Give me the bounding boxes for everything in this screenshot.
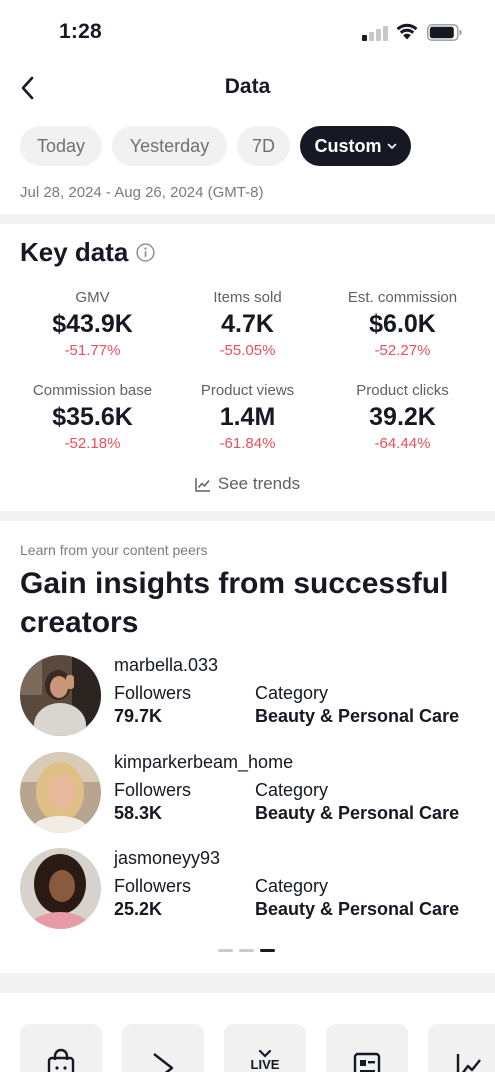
- metric-value: $43.9K: [52, 310, 133, 338]
- creator-name: marbella.033: [114, 655, 219, 675]
- profile-card-icon: [353, 1052, 381, 1072]
- chip-7d[interactable]: 7D: [237, 126, 290, 166]
- avatar: [20, 752, 101, 833]
- tool-video[interactable]: [122, 1024, 204, 1072]
- pager-dot[interactable]: [239, 949, 254, 952]
- tool-profile[interactable]: [326, 1024, 408, 1072]
- trend-chart-icon: [195, 477, 210, 492]
- carousel-pager: [218, 949, 275, 952]
- section-divider: [0, 511, 495, 521]
- metric-value: 1.4M: [219, 403, 276, 431]
- followers-label: Followers: [114, 683, 192, 703]
- trend-chart-icon: [456, 1054, 481, 1072]
- status-bar: 1:28: [0, 0, 495, 62]
- metric-items-sold: Items sold 4.7K -55.05%: [165, 288, 330, 361]
- creator-card[interactable]: jasmoneyy93 Followers 25.2K Category Bea…: [20, 848, 480, 930]
- peers-title: Gain insights from successful creators: [20, 567, 449, 639]
- metric-change: -52.18%: [64, 435, 121, 452]
- key-data-heading: Key data: [20, 237, 155, 268]
- date-range-text: Jul 28, 2024 - Aug 26, 2024 (GMT-8): [20, 184, 264, 201]
- metric-value: $35.6K: [52, 403, 133, 431]
- avatar: [20, 848, 101, 929]
- category-value: Beauty & Personal Care: [255, 899, 460, 919]
- category-label: Category: [255, 780, 329, 800]
- metric-est-commission: Est. commission $6.0K -52.27%: [320, 288, 485, 361]
- tool-tiles: LIVE: [20, 1024, 495, 1072]
- metric-value: $6.0K: [369, 310, 436, 338]
- followers-count: 58.3K: [114, 803, 163, 823]
- followers-count: 25.2K: [114, 899, 163, 919]
- category-value: Beauty & Personal Care: [255, 803, 460, 823]
- tool-analytics[interactable]: [428, 1024, 495, 1072]
- followers-label: Followers: [114, 780, 192, 800]
- shopping-bag-icon: [47, 1048, 75, 1072]
- metric-change: -64.44%: [374, 435, 431, 452]
- category-label: Category: [255, 683, 329, 703]
- metric-label: GMV: [75, 289, 110, 306]
- creator-card[interactable]: kimparkerbeam_home Followers 58.3K Categ…: [20, 752, 480, 834]
- peers-caption: Learn from your content peers: [20, 542, 208, 558]
- cellular-signal-icon: [362, 25, 388, 41]
- battery-icon: [427, 24, 462, 41]
- metric-label: Commission base: [32, 382, 153, 399]
- metric-change: -61.84%: [219, 435, 276, 452]
- metric-gmv: GMV $43.9K -51.77%: [10, 288, 175, 361]
- chip-yesterday[interactable]: Yesterday: [112, 126, 227, 166]
- chevron-down-icon: [387, 143, 396, 149]
- status-time: 1:28: [59, 20, 102, 43]
- creator-name: jasmoneyy93: [114, 848, 221, 868]
- creator-name: kimparkerbeam_home: [114, 752, 294, 772]
- category-value: Beauty & Personal Care: [255, 706, 460, 726]
- wifi-icon: [396, 23, 418, 40]
- creator-card[interactable]: marbella.033 Followers 79.7K Category Be…: [20, 655, 480, 737]
- metric-label: Est. commission: [347, 289, 458, 306]
- tool-shop[interactable]: [20, 1024, 102, 1072]
- metric-change: -51.77%: [64, 342, 121, 359]
- metric-change: -52.27%: [374, 342, 431, 359]
- metric-product-clicks: Product clicks 39.2K -64.44%: [320, 381, 485, 454]
- see-trends-link[interactable]: See trends: [0, 474, 495, 494]
- section-divider: [0, 214, 495, 224]
- followers-count: 79.7K: [114, 706, 163, 726]
- category-label: Category: [255, 876, 329, 896]
- pager-dot[interactable]: [218, 949, 233, 952]
- metric-commission-base: Commission base $35.6K -52.18%: [10, 381, 175, 454]
- metric-label: Product clicks: [356, 382, 449, 399]
- video-play-icon: [153, 1053, 174, 1072]
- avatar: [20, 655, 101, 736]
- metric-product-views: Product views 1.4M -61.84%: [165, 381, 330, 454]
- top-nav: Data: [0, 62, 495, 114]
- date-filter-chips: Today Yesterday 7D Custom: [20, 126, 411, 166]
- followers-label: Followers: [114, 876, 192, 896]
- metric-label: Product views: [200, 382, 295, 399]
- info-icon[interactable]: [136, 243, 155, 262]
- tool-live-label: LIVE: [250, 1057, 280, 1072]
- metric-value: 4.7K: [221, 310, 274, 338]
- page-title: Data: [224, 75, 271, 98]
- chip-custom-label: Custom: [314, 135, 382, 156]
- pager-dot-active[interactable]: [260, 949, 275, 952]
- key-data-title: Key data: [20, 237, 129, 267]
- chip-today[interactable]: Today: [20, 126, 102, 166]
- chip-custom[interactable]: Custom: [300, 126, 411, 166]
- section-divider: [0, 973, 495, 993]
- metric-label: Items sold: [213, 289, 282, 306]
- metric-value: 39.2K: [369, 403, 436, 431]
- see-trends-label: See trends: [217, 474, 301, 493]
- metric-change: -55.05%: [219, 342, 276, 359]
- tool-live[interactable]: LIVE: [224, 1024, 306, 1072]
